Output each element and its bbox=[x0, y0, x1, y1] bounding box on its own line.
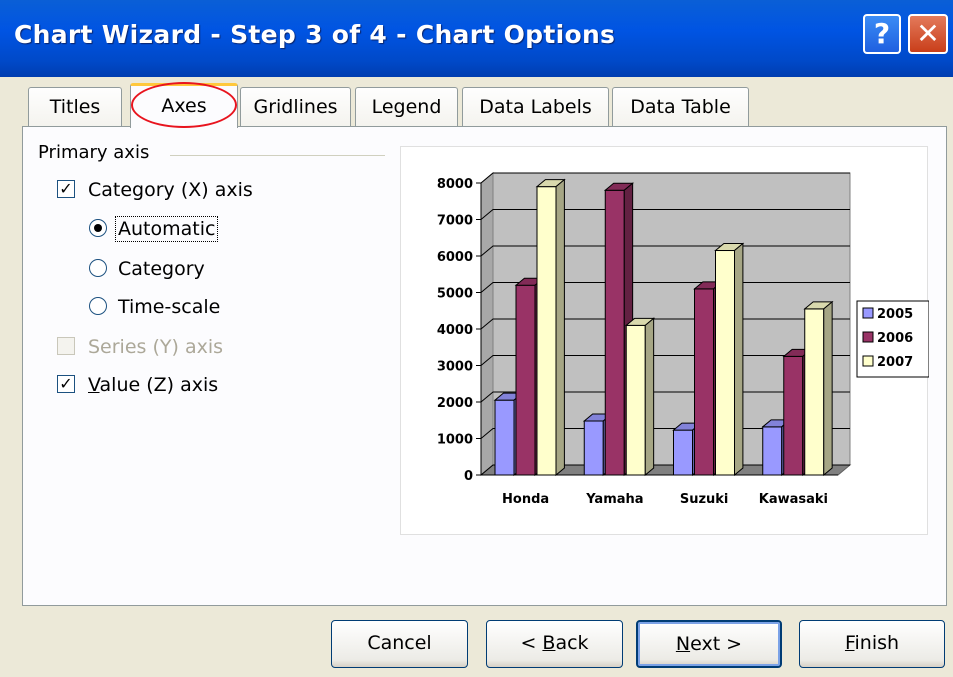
bar bbox=[804, 308, 825, 476]
next-rest: ext > bbox=[690, 633, 743, 655]
y-tick-label: 5000 bbox=[437, 287, 473, 302]
next-button[interactable]: Next > bbox=[636, 620, 782, 668]
close-button[interactable]: ✕ bbox=[908, 14, 948, 54]
legend-label: 2006 bbox=[877, 331, 913, 346]
y-tick-label: 2000 bbox=[437, 396, 473, 411]
category-radio[interactable] bbox=[89, 259, 107, 277]
tab-data-table[interactable]: Data Table bbox=[612, 87, 749, 127]
bar bbox=[673, 429, 693, 476]
y-tick-label: 8000 bbox=[437, 177, 473, 192]
x-tick-label: Suzuki bbox=[680, 492, 729, 507]
bar bbox=[783, 355, 804, 476]
legend-label: 2005 bbox=[877, 307, 913, 322]
value-z-label[interactable]: Value (Z) axis bbox=[88, 373, 218, 397]
value-z-label-rest: alue (Z) axis bbox=[99, 374, 219, 396]
y-tick-label: 1000 bbox=[437, 433, 473, 448]
bar bbox=[694, 288, 714, 476]
legend-swatch bbox=[862, 355, 874, 367]
annotation-circle bbox=[131, 82, 237, 128]
bar bbox=[715, 250, 735, 476]
next-hotkey: N bbox=[675, 633, 691, 655]
value-z-checkbox[interactable]: ✓ bbox=[57, 375, 75, 393]
legend-label: 2007 bbox=[877, 355, 913, 370]
y-tick-label: 0 bbox=[464, 469, 473, 484]
bar bbox=[515, 284, 536, 476]
help-button[interactable]: ? bbox=[863, 14, 901, 54]
bar-side bbox=[555, 178, 565, 477]
back-button[interactable]: < Back bbox=[486, 620, 623, 668]
bar bbox=[536, 186, 557, 476]
tab-legend[interactable]: Legend bbox=[355, 87, 458, 127]
bar-side bbox=[823, 300, 833, 477]
chart-svg: 0 1000 2000 3000 4000 5000 6000 7000 8000 Honda Ya… bbox=[437, 171, 929, 507]
back-rest: ack bbox=[555, 632, 589, 654]
bar bbox=[762, 426, 783, 476]
primary-axis-group-label: Primary axis bbox=[38, 142, 150, 163]
category-label[interactable]: Category bbox=[118, 257, 205, 281]
legend-swatch bbox=[862, 331, 874, 343]
series-y-checkbox bbox=[57, 337, 75, 355]
category-x-label[interactable]: Category (X) axis bbox=[88, 178, 253, 202]
finish-button[interactable]: Finish bbox=[799, 620, 945, 668]
bar bbox=[494, 399, 515, 476]
bar bbox=[583, 420, 604, 476]
group-divider bbox=[170, 155, 385, 156]
bar-side bbox=[644, 317, 655, 477]
category-x-checkbox[interactable]: ✓ bbox=[57, 180, 75, 198]
tab-data-labels[interactable]: Data Labels bbox=[462, 87, 609, 127]
x-tick-label: Yamaha bbox=[585, 492, 643, 507]
tab-gridlines[interactable]: Gridlines bbox=[240, 87, 351, 127]
y-tick-label: 6000 bbox=[437, 250, 473, 265]
bar-side bbox=[734, 242, 744, 477]
finish-hotkey: F bbox=[844, 632, 855, 654]
automatic-label[interactable]: Automatic bbox=[115, 216, 219, 242]
title-bar: Chart Wizard - Step 3 of 4 - Chart Optio… bbox=[0, 0, 953, 77]
automatic-radio[interactable] bbox=[89, 219, 107, 237]
series-y-label: Series (Y) axis bbox=[88, 336, 224, 358]
bar bbox=[625, 324, 646, 476]
time-scale-radio[interactable] bbox=[89, 297, 107, 315]
radio-selected-dot bbox=[94, 224, 102, 232]
x-tick-label: Honda bbox=[502, 492, 549, 507]
back-prefix: < bbox=[520, 632, 543, 654]
x-tick-label: Kawasaki bbox=[759, 492, 828, 507]
bar bbox=[604, 189, 625, 476]
finish-rest: inish bbox=[854, 632, 900, 654]
window-title: Chart Wizard - Step 3 of 4 - Chart Optio… bbox=[14, 20, 616, 49]
chart-preview: 0 1000 2000 3000 4000 5000 6000 7000 8000 Honda Ya… bbox=[400, 146, 929, 535]
value-z-hotkey: V bbox=[88, 374, 100, 396]
cancel-button[interactable]: Cancel bbox=[331, 620, 468, 668]
y-tick-label: 4000 bbox=[437, 323, 473, 338]
time-scale-label[interactable]: Time-scale bbox=[118, 295, 220, 319]
tab-titles[interactable]: Titles bbox=[28, 87, 122, 127]
y-tick-label: 3000 bbox=[437, 360, 473, 375]
y-tick-label: 7000 bbox=[437, 214, 473, 229]
legend-swatch bbox=[862, 307, 874, 319]
back-hotkey: B bbox=[542, 632, 556, 654]
